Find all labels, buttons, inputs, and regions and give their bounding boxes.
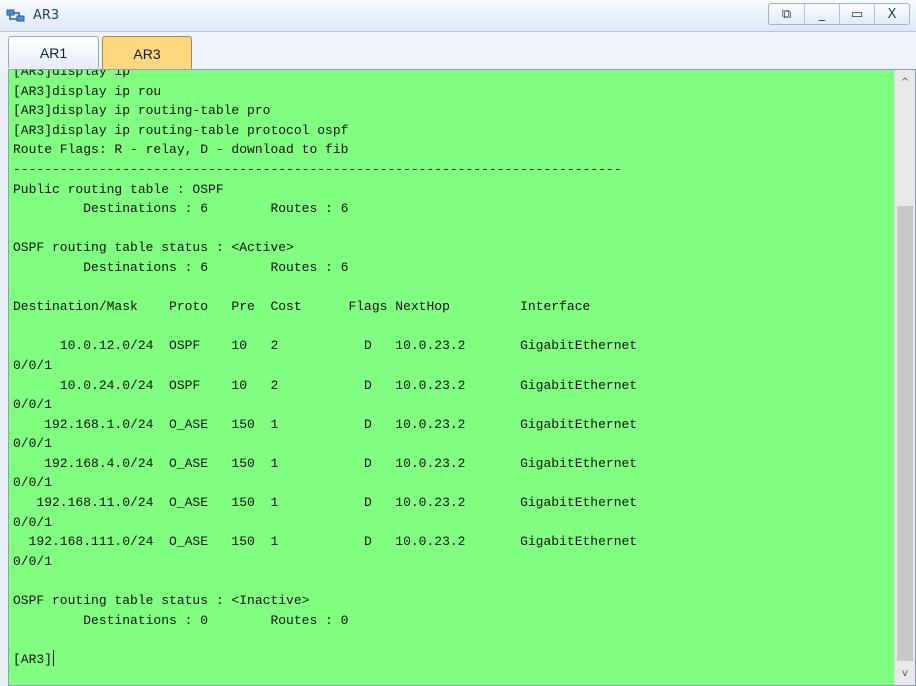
terminal-line: 192.168.11.0/24 O_ASE 150 1 D 10.0.23.2 …: [13, 495, 638, 511]
terminal-line: 10.0.24.0/24 OSPF 10 2 D 10.0.23.2 Gigab…: [13, 377, 638, 393]
title-bar: AR3 ⧉ _ ▭ X: [0, 0, 916, 32]
text-cursor: [53, 649, 55, 666]
minimize-button[interactable]: _: [804, 4, 839, 24]
terminal-line: Public routing table : OSPF: [13, 181, 224, 197]
scrollbar-thumb[interactable]: [897, 206, 913, 661]
scroll-up-button[interactable]: ^: [895, 72, 915, 92]
terminal-line: 0/0/1: [13, 357, 53, 373]
window-title: AR3: [33, 8, 60, 23]
network-router-icon: [6, 9, 25, 22]
terminal-line: OSPF routing table status : <Active>: [13, 240, 294, 256]
terminal-output: [AR3]display ip [AR3]display ip rou [AR3]d…: [13, 70, 637, 669]
terminal-line: Destinations : 6 Routes : 6: [13, 259, 349, 275]
scroll-down-button[interactable]: v: [895, 663, 915, 683]
restore-button[interactable]: ⧉: [769, 4, 804, 24]
maximize-icon: ▭: [850, 6, 864, 22]
tab-bar: AR1 AR3: [0, 32, 916, 70]
tab-ar3[interactable]: AR3: [102, 36, 192, 70]
terminal-line: [AR3]display ip rou: [13, 83, 162, 99]
terminal-line: Destinations : 0 Routes : 0: [13, 612, 349, 628]
terminal-line: [AR3]display ip routing-table protocol o…: [13, 122, 349, 138]
terminal-line: [AR3]display ip: [13, 70, 131, 79]
terminal-line: OSPF routing table status : <Inactive>: [13, 593, 310, 609]
terminal-line: Route Flags: R - relay, D - download to …: [13, 142, 349, 158]
close-button[interactable]: X: [874, 4, 909, 24]
terminal-line: [AR3]display ip routing-table pro: [13, 103, 271, 119]
terminal-line: Destination/Mask Proto Pre Cost Flags Ne…: [13, 299, 591, 315]
close-icon: X: [887, 6, 897, 22]
terminal-line: Destinations : 6 Routes : 6: [13, 201, 349, 217]
chevron-down-icon: v: [902, 667, 908, 679]
terminal-frame: [AR3]display ip [AR3]display ip rou [AR3]d…: [8, 69, 916, 686]
maximize-button[interactable]: ▭: [839, 4, 874, 24]
minimize-icon: _: [818, 6, 826, 22]
terminal-line: 192.168.1.0/24 O_ASE 150 1 D 10.0.23.2 G…: [13, 416, 638, 432]
terminal-line: 0/0/1: [13, 436, 53, 452]
terminal-line: 10.0.12.0/24 OSPF 10 2 D 10.0.23.2 Gigab…: [13, 338, 638, 354]
terminal-line: 0/0/1: [13, 514, 53, 530]
chevron-up-icon: ^: [900, 76, 910, 88]
vertical-scrollbar[interactable]: ^ v: [894, 70, 915, 685]
terminal-line: 192.168.111.0/24 O_ASE 150 1 D 10.0.23.2…: [13, 534, 638, 550]
tab-ar1[interactable]: AR1: [8, 36, 99, 68]
terminal-line: 0/0/1: [13, 553, 53, 569]
terminal-line: 192.168.4.0/24 O_ASE 150 1 D 10.0.23.2 G…: [13, 455, 638, 471]
terminal-line: [AR3]: [13, 649, 55, 667]
restore-icon: ⧉: [781, 6, 792, 22]
terminal-line: 0/0/1: [13, 475, 53, 491]
terminal-line: 0/0/1: [13, 397, 53, 413]
terminal-console[interactable]: [AR3]display ip [AR3]display ip rou [AR3]d…: [9, 70, 894, 685]
window-controls: ⧉ _ ▭ X: [768, 3, 910, 25]
terminal-line: ----------------------------------------…: [13, 161, 622, 177]
